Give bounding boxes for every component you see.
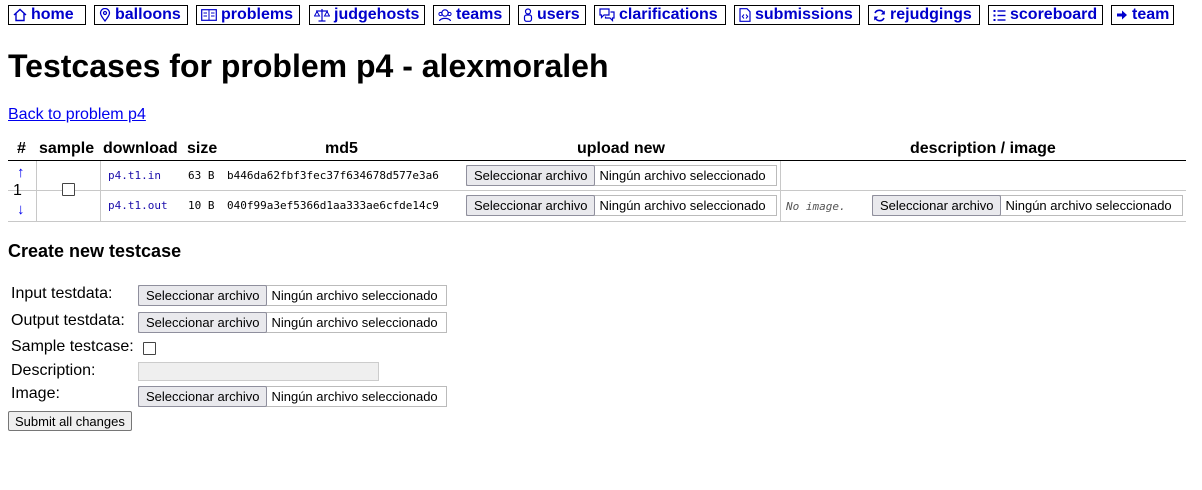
nav-scoreboard[interactable]: scoreboard (988, 5, 1103, 25)
no-image-text: No image. (786, 200, 846, 213)
nav-home[interactable]: home (8, 5, 86, 25)
page-title: Testcases for problem p4 - alexmoraleh (8, 48, 609, 84)
header-sample: sample (39, 140, 95, 157)
sample-testcase-label: Sample testcase: (11, 338, 134, 355)
new-output-upload-field[interactable]: Seleccionar archivo Ningún archivo selec… (138, 312, 447, 333)
header-size: size (187, 140, 218, 157)
header-divider (8, 160, 1186, 161)
output-testdata-label: Output testdata: (11, 312, 125, 329)
nav-judgehosts-label: judgehosts (334, 6, 420, 23)
book-icon (201, 9, 217, 21)
map-marker-icon (99, 8, 111, 22)
input-testdata-label: Input testdata: (11, 285, 113, 302)
description-label: Description: (11, 362, 96, 379)
back-to-problem-link[interactable]: Back to problem p4 (8, 106, 146, 124)
nav-balloons-label: balloons (115, 6, 181, 23)
header-rank: # (17, 140, 26, 157)
new-sample-checkbox[interactable] (143, 342, 156, 355)
nav-team[interactable]: team (1111, 5, 1174, 25)
new-input-upload-field[interactable]: Seleccionar archivo Ningún archivo selec… (138, 285, 447, 306)
input-upload-button[interactable]: Seleccionar archivo (466, 165, 596, 186)
column-divider (36, 161, 37, 222)
new-image-upload-field[interactable]: Seleccionar archivo Ningún archivo selec… (138, 386, 447, 407)
submit-all-changes-button[interactable]: Submit all changes (8, 411, 132, 431)
description-input[interactable] (138, 362, 379, 381)
output-upload-button[interactable]: Seleccionar archivo (466, 195, 596, 216)
new-input-upload-button[interactable]: Seleccionar archivo (138, 285, 268, 306)
output-size: 10 B (188, 199, 215, 212)
nav-teams-label: teams (456, 6, 503, 23)
header-upload-new: upload new (577, 140, 665, 157)
nav-clarifications-label: clarifications (619, 6, 718, 23)
output-download-cell: p4.t1.out (108, 199, 168, 212)
new-image-upload-button[interactable]: Seleccionar archivo (138, 386, 268, 407)
create-testcase-heading: Create new testcase (8, 241, 182, 261)
nav-balloons[interactable]: balloons (94, 5, 188, 25)
home-icon (13, 8, 27, 22)
input-size: 63 B (188, 169, 215, 182)
nav-users-label: users (537, 6, 580, 23)
column-divider (100, 161, 101, 222)
new-image-upload-status: Ningún archivo seleccionado (271, 389, 438, 404)
new-output-upload-status: Ningún archivo seleccionado (271, 315, 438, 330)
sample-checkbox[interactable] (62, 183, 75, 196)
image-upload-status: Ningún archivo seleccionado (1005, 198, 1172, 213)
arrow-right-icon (1117, 10, 1127, 20)
output-md5: 040f99a3ef5366d1aa333ae6cfde14c9 (227, 199, 439, 212)
output-download-link[interactable]: p4.t1.out (108, 199, 168, 212)
table-bottom-border (8, 221, 1186, 222)
nav-clarifications[interactable]: clarifications (594, 5, 726, 25)
sync-icon (874, 8, 885, 22)
input-upload-status: Ningún archivo seleccionado (599, 168, 766, 183)
user-icon (523, 8, 533, 22)
nav-scoreboard-label: scoreboard (1010, 6, 1098, 23)
file-code-icon (739, 8, 751, 22)
image-upload-field[interactable]: Seleccionar archivo Ningún archivo selec… (872, 195, 1183, 216)
nav-problems-label: problems (221, 6, 294, 23)
nav-rejudgings[interactable]: rejudgings (868, 5, 980, 25)
input-download-cell: p4.t1.in (108, 169, 161, 182)
nav-teams[interactable]: teams (433, 5, 510, 25)
new-input-upload-status: Ningún archivo seleccionado (271, 288, 438, 303)
output-upload-field[interactable]: Seleccionar archivo Ningún archivo selec… (466, 195, 777, 216)
new-output-upload-button[interactable]: Seleccionar archivo (138, 312, 268, 333)
input-md5: b446da62fbf3fec37f634678d577e3a6 (227, 169, 439, 182)
move-down-arrow[interactable]: ↓ (17, 202, 25, 217)
image-label: Image: (11, 385, 60, 402)
input-download-link[interactable]: p4.t1.in (108, 169, 161, 182)
image-upload-button[interactable]: Seleccionar archivo (872, 195, 1002, 216)
column-divider (780, 161, 781, 222)
input-upload-field[interactable]: Seleccionar archivo Ningún archivo selec… (466, 165, 777, 186)
testcase-table: # sample download size md5 upload new de… (8, 140, 1186, 222)
list-icon (993, 9, 1006, 21)
header-download: download (103, 140, 178, 157)
nav-team-label: team (1132, 6, 1170, 23)
scale-icon (314, 9, 330, 22)
testcase-rank: 1 (13, 182, 22, 199)
move-up-arrow[interactable]: ↑ (17, 165, 25, 180)
header-md5: md5 (325, 140, 358, 157)
comments-icon (599, 8, 615, 22)
nav-home-label: home (31, 6, 74, 23)
output-upload-status: Ningún archivo seleccionado (599, 198, 766, 213)
nav-users[interactable]: users (518, 5, 586, 25)
nav-submissions-label: submissions (755, 6, 853, 23)
row-divider (8, 190, 1186, 191)
header-description-image: description / image (910, 140, 1056, 157)
nav-submissions[interactable]: submissions (734, 5, 860, 25)
team-icon (438, 9, 452, 22)
nav-judgehosts[interactable]: judgehosts (309, 5, 425, 25)
nav-rejudgings-label: rejudgings (890, 6, 972, 23)
nav-problems[interactable]: problems (196, 5, 300, 25)
